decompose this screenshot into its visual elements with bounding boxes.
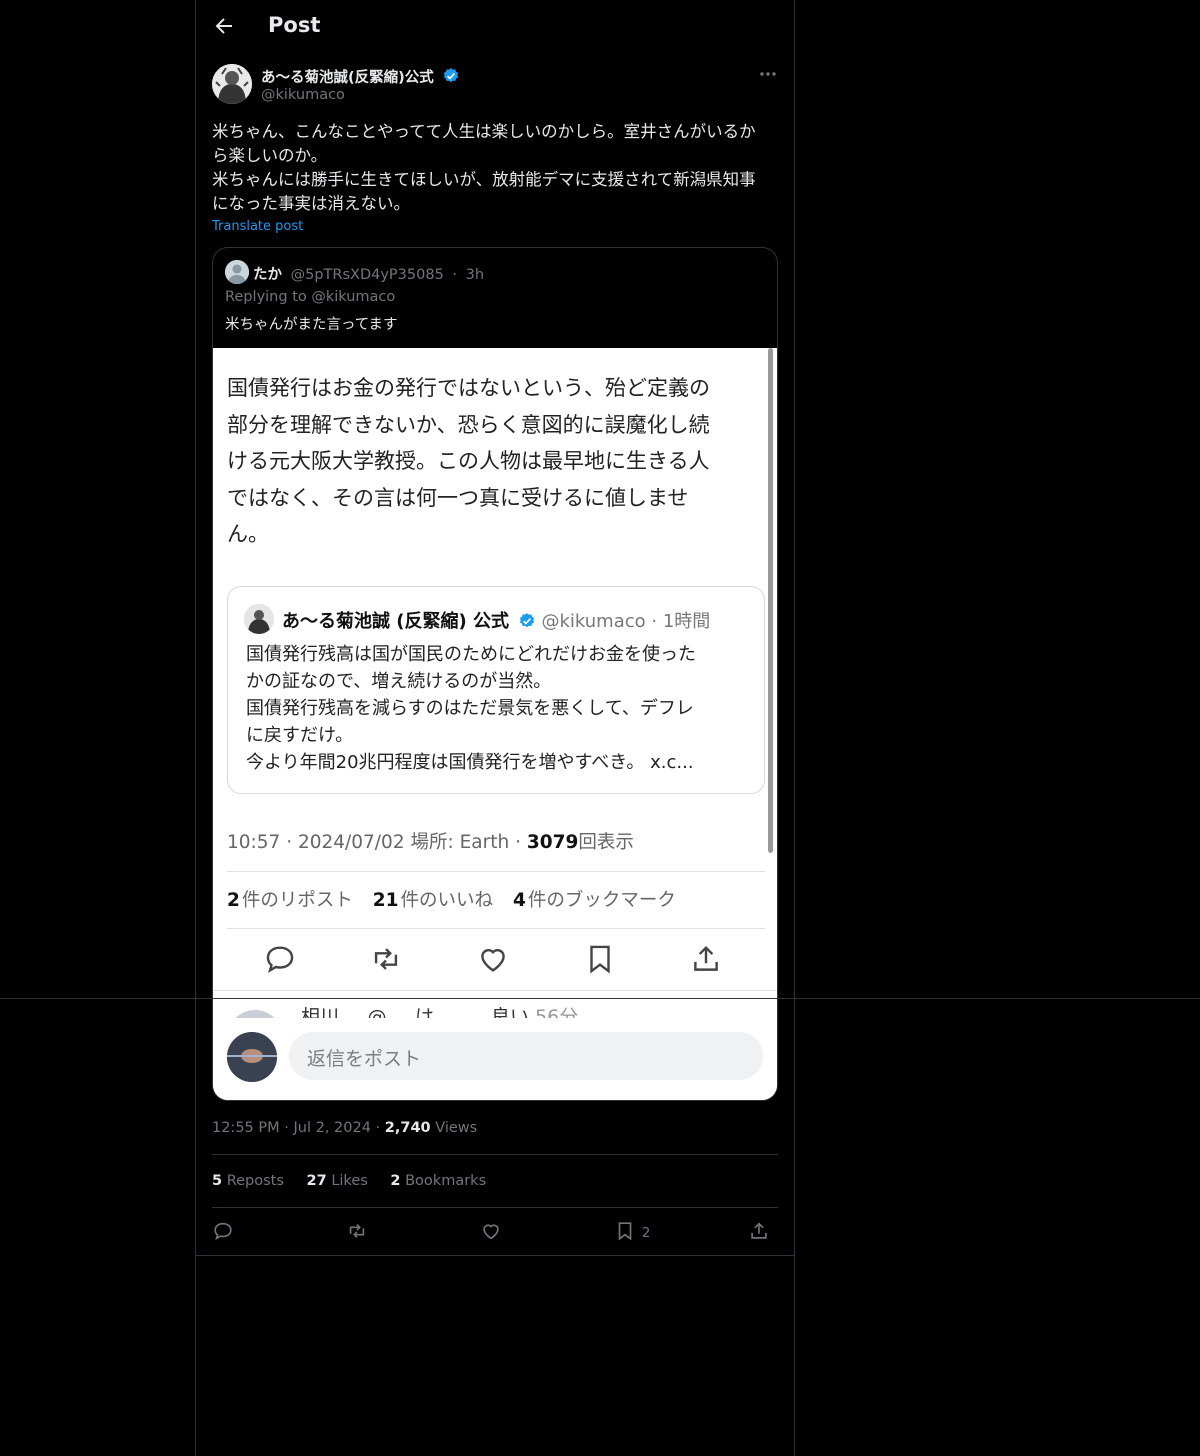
image-likes-label: 件のいいね <box>400 890 494 911</box>
post-time[interactable]: 12:55 PM <box>212 1120 280 1136</box>
reply-icon[interactable] <box>212 1220 234 1244</box>
timestamp-separator: · <box>375 1120 385 1136</box>
image-action-bar <box>227 942 765 978</box>
main-column: Post あ〜る菊池誠(反緊縮)公式 @kikumaco 米ちゃん、こんなことや… <box>195 0 795 1456</box>
post-action-bar: 2 <box>212 1216 778 1248</box>
reposts-label: Reposts <box>226 1173 284 1189</box>
divider <box>212 1154 778 1155</box>
quote-header: たか @5pTRsXD4yP35085 · 3h <box>253 263 484 284</box>
post-timestamp: 12:55 PM · Jul 2, 2024 · 2,740 Views <box>212 1120 477 1136</box>
image-scrollbar <box>768 348 773 853</box>
image-text-line: ん。 <box>227 522 269 546</box>
image-reposts-label: 件のリポスト <box>241 890 353 911</box>
bookmarks-count: 2 <box>390 1173 401 1189</box>
image-reply-input: 返信をポスト <box>289 1032 763 1080</box>
image-views-count: 3079 <box>526 832 579 853</box>
more-options-icon[interactable] <box>758 64 778 84</box>
image-bookmarks-count: 4 <box>512 890 526 911</box>
image-embedded-text: 国債発行残高は国が国民のためにどれだけお金を使った かの証なので、増え続けるのが… <box>246 641 756 776</box>
image-bookmark-icon <box>583 942 617 976</box>
divider <box>212 1207 778 1208</box>
author-name-text[interactable]: あ〜る菊池誠(反緊縮)公式 <box>261 70 434 86</box>
post-stats: 5 Reposts 27 Likes 2 Bookmarks <box>212 1173 486 1189</box>
bookmarks-stat[interactable]: 2 Bookmarks <box>390 1173 486 1189</box>
quote-replying-to: Replying to @kikumaco <box>225 289 396 305</box>
image-likes-count: 21 <box>372 890 399 911</box>
image-bookmarks-label: 件のブックマーク <box>527 890 676 911</box>
likes-label: Likes <box>331 1173 368 1189</box>
image-post-stats: 2 件のリポスト 21 件のいいね 4 件のブックマーク <box>227 886 676 912</box>
like-icon[interactable] <box>480 1220 502 1244</box>
image-embedded-line: 今より年間20兆円程度は国債発行を増やすべき。 x.c... <box>246 752 694 773</box>
image-post-meta: 10:57 · 2024/07/02 場所: Earth · 3079回表示 <box>227 828 634 854</box>
post-date[interactable]: Jul 2, 2024 <box>293 1120 370 1136</box>
image-embedded-line: 国債発行残高は国が国民のためにどれだけお金を使った <box>246 644 696 665</box>
image-post-text: 国債発行はお金の発行ではないという、殆ど定義の 部分を理解できないか、恐らく意図… <box>227 370 757 553</box>
back-arrow-icon[interactable] <box>212 14 236 38</box>
quote-time: 3h <box>465 267 485 283</box>
image-share-icon <box>689 942 723 976</box>
image-reply-avatar <box>227 1032 277 1082</box>
image-repost-icon <box>369 942 403 976</box>
image-embedded-header: あ〜る菊池誠 (反緊縮) 公式 @kikumaco · 1時間 <box>282 607 710 635</box>
horizontal-guide-line <box>0 998 1200 999</box>
post-text-line: 米ちゃんには勝手に生きてほしいが、放射能デマに支援されて新潟県知事 <box>212 170 756 189</box>
repost-icon[interactable] <box>346 1220 368 1244</box>
bookmark-action-count: 2 <box>642 1226 651 1241</box>
quote-attached-image[interactable]: 国債発行はお金の発行ではないという、殆ど定義の 部分を理解できないか、恐らく意図… <box>213 348 777 1100</box>
image-embedded-line: に戻すだけ。 <box>246 725 354 746</box>
bookmark-icon <box>614 1222 636 1246</box>
reposts-count: 5 <box>212 1173 223 1189</box>
author-name[interactable]: あ〜る菊池誠(反緊縮)公式 <box>261 66 460 89</box>
page-title: Post <box>268 13 321 37</box>
image-embedded-time: · 1時間 <box>651 611 711 632</box>
quote-separator: · <box>452 267 458 283</box>
image-text-line: 国債発行はお金の発行ではないという、殆ど定義の <box>227 376 710 400</box>
image-embedded-post: あ〜る菊池誠 (反緊縮) 公式 @kikumaco · 1時間 国債発行残高は国… <box>227 586 765 794</box>
post-text-line: 米ちゃん、こんなことやってて人生は楽しいのかしら。室井さんがいるか <box>212 122 756 141</box>
image-verified-badge-icon <box>518 612 536 635</box>
bookmarks-label: Bookmarks <box>405 1173 487 1189</box>
quoted-post[interactable]: たか @5pTRsXD4yP35085 · 3h Replying to @ki… <box>212 247 778 1101</box>
post-text-line: ら楽しいのか。 <box>212 146 328 165</box>
image-reply-icon <box>263 942 297 976</box>
translate-post-link[interactable]: Translate post <box>212 219 303 234</box>
likes-count: 27 <box>306 1173 327 1189</box>
image-divider <box>213 990 777 991</box>
image-meta-prefix: 10:57 · 2024/07/02 場所: Earth · <box>227 832 527 853</box>
bookmark-button[interactable]: 2 <box>614 1220 650 1244</box>
top-bar: Post <box>196 0 794 54</box>
verified-badge-icon <box>442 67 460 89</box>
image-divider <box>227 928 765 929</box>
post-views-count: 2,740 <box>384 1120 431 1136</box>
image-reply-placeholder: 返信をポスト <box>307 1048 422 1070</box>
divider <box>196 1255 794 1256</box>
image-embedded-line: 国債発行残高を減らすのはただ景気を悪くして、デフレ <box>246 698 694 719</box>
quote-author-name[interactable]: たか <box>253 267 282 283</box>
author-avatar[interactable] <box>212 64 252 104</box>
image-divider <box>227 871 765 872</box>
image-embedded-handle: @kikumaco <box>541 611 646 632</box>
quote-text: 米ちゃんがまた言ってます <box>225 317 398 333</box>
image-embedded-name: あ〜る菊池誠 (反緊縮) 公式 <box>282 611 509 632</box>
post-text-line: になった事実は消えない。 <box>212 194 410 213</box>
reposts-stat[interactable]: 5 Reposts <box>212 1173 284 1189</box>
post-text: 米ちゃん、こんなことやってて人生は楽しいのかしら。室井さんがいるか ら楽しいのか… <box>212 120 778 216</box>
share-icon[interactable] <box>748 1220 770 1244</box>
quote-author-handle[interactable]: @5pTRsXD4yP35085 <box>291 267 444 283</box>
image-text-line: ではなく、その言は何一つ真に受けるに値しませ <box>227 485 689 510</box>
image-views-label: 回表示 <box>578 832 634 853</box>
image-reply-composer: 返信をポスト <box>213 1018 777 1100</box>
image-text-line: ける元大阪大学教授。この人物は最早地に生きる人 <box>227 449 710 473</box>
image-text-line: 部分を理解できないか、恐らく意図的に誤魔化し続 <box>227 412 710 437</box>
author-handle[interactable]: @kikumaco <box>261 87 345 103</box>
quote-avatar[interactable] <box>225 260 249 284</box>
likes-stat[interactable]: 27 Likes <box>307 1173 368 1189</box>
image-reposts-count: 2 <box>227 890 240 911</box>
image-embedded-avatar <box>244 604 274 634</box>
image-like-icon <box>476 942 510 976</box>
post-views-label: Views <box>435 1120 478 1136</box>
image-embedded-line: かの証なので、増え続けるのが当然。 <box>246 671 552 692</box>
